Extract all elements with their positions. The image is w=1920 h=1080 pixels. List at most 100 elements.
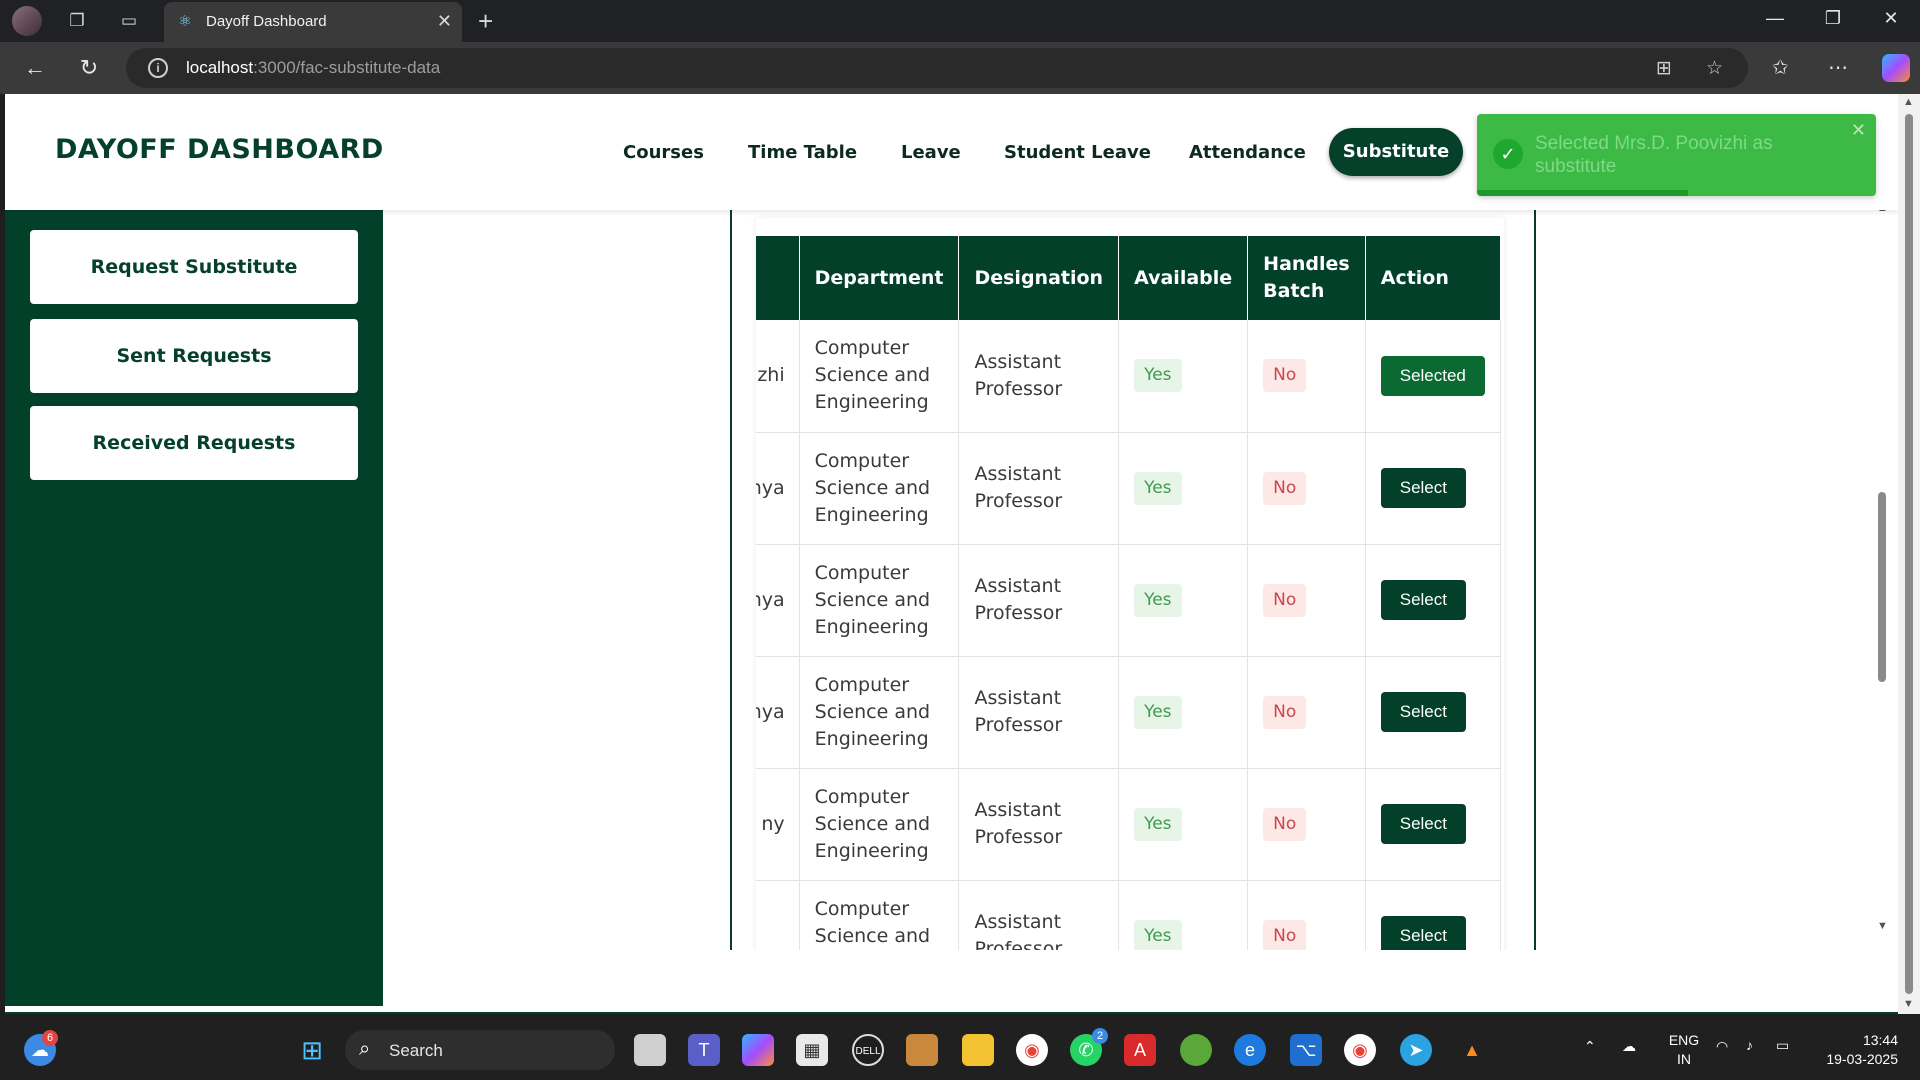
- favorites-icon[interactable]: ✩: [1772, 55, 1789, 80]
- telegram-icon[interactable]: ➤: [1400, 1034, 1432, 1066]
- sidebar-item-sent-requests[interactable]: Sent Requests: [30, 319, 358, 393]
- cell-department: Computer Science and Engineering: [799, 320, 960, 433]
- table-row: ny Computer Science and Engineering Assi…: [756, 768, 1501, 881]
- cell-action: Selected: [1365, 320, 1501, 433]
- copilot-app-icon[interactable]: [742, 1034, 774, 1066]
- nav-substitute[interactable]: Substitute: [1329, 128, 1463, 176]
- cell-designation: Assistant Professor: [958, 320, 1120, 433]
- nav-student-leave[interactable]: Student Leave: [1004, 142, 1151, 163]
- minimize-icon[interactable]: —: [1760, 8, 1790, 29]
- check-icon: ✓: [1493, 139, 1523, 169]
- site-info-icon[interactable]: i: [148, 58, 168, 78]
- copilot-icon[interactable]: [1882, 54, 1910, 82]
- vlc-icon[interactable]: ▲: [1456, 1034, 1488, 1066]
- chrome-icon[interactable]: ◉: [1016, 1034, 1048, 1066]
- url-text[interactable]: localhost:3000/fac-substitute-data: [186, 58, 440, 78]
- table-header-row: Department Designation Available Handles…: [756, 236, 1501, 320]
- close-tab-icon[interactable]: ✕: [437, 11, 452, 32]
- profile-avatar[interactable]: [12, 6, 42, 36]
- browser-toolbar: ← ↻ i localhost:3000/fac-substitute-data…: [0, 42, 1920, 94]
- handles-batch-badge: No: [1263, 359, 1307, 393]
- cell-available: Yes: [1118, 320, 1249, 433]
- whatsapp-badge: 2: [1092, 1028, 1108, 1044]
- volume-icon[interactable]: ♪: [1746, 1037, 1753, 1053]
- cell-available: Yes: [1118, 544, 1249, 657]
- selected-button[interactable]: Selected: [1380, 355, 1485, 396]
- cell-department: Computer Science and Engineering: [799, 432, 960, 545]
- game-app-icon[interactable]: [906, 1034, 938, 1066]
- available-badge: Yes: [1134, 919, 1182, 950]
- page-scrollbar[interactable]: ▲ ▼: [1898, 94, 1920, 1014]
- app-available-icon[interactable]: ⊞: [1656, 57, 1672, 80]
- close-window-icon[interactable]: ✕: [1876, 8, 1906, 29]
- clock-time: 13:44: [1862, 1032, 1898, 1048]
- table-row: ovizhi Computer Science and Engineering …: [756, 320, 1501, 433]
- vertical-tabs-icon[interactable]: ▭: [118, 10, 140, 32]
- tab-title: Dayoff Dashboard: [206, 13, 327, 30]
- windows-taskbar: ☁ 6 ⊞ ⌕ Search T ▦ DELL ◉ ✆ 2 A e ⌥ ◉ ➤ …: [0, 1020, 1920, 1080]
- dell-icon[interactable]: DELL: [852, 1034, 884, 1066]
- pdf-reader-icon[interactable]: A: [1124, 1034, 1156, 1066]
- col-header-available: Available: [1118, 236, 1249, 320]
- browser-tab[interactable]: ⚛ Dayoff Dashboard ✕: [164, 2, 462, 42]
- cell-action: Select: [1365, 432, 1501, 545]
- nav-courses[interactable]: Courses: [623, 142, 704, 163]
- nav-time-table[interactable]: Time Table: [748, 142, 857, 163]
- nav-attendance[interactable]: Attendance: [1189, 142, 1306, 163]
- wifi-icon[interactable]: ◠: [1716, 1038, 1728, 1055]
- select-button[interactable]: Select: [1380, 804, 1466, 844]
- cell-available: Yes: [1118, 768, 1249, 881]
- cell-name: [756, 880, 800, 950]
- select-button[interactable]: Select: [1380, 580, 1466, 620]
- system-clock[interactable]: 13:44 19-03-2025: [1812, 1031, 1898, 1069]
- taskbar-search[interactable]: ⌕ Search: [345, 1030, 615, 1070]
- workspaces-icon[interactable]: ❐: [66, 10, 88, 32]
- success-toast[interactable]: ✓ Selected Mrs.D. Poovizhi as substitute…: [1477, 114, 1876, 196]
- windows-start-icon[interactable]: ⊞: [296, 1034, 328, 1066]
- back-icon[interactable]: ←: [20, 55, 50, 81]
- available-badge: Yes: [1134, 695, 1182, 729]
- battery-icon[interactable]: ▭: [1776, 1037, 1789, 1054]
- scroll-down-icon[interactable]: ▼: [1877, 920, 1888, 932]
- vscode-icon[interactable]: ⌥: [1290, 1034, 1322, 1066]
- cell-department: Computer Science and Engineering: [799, 880, 960, 950]
- language-indicator[interactable]: ENG IN: [1666, 1031, 1702, 1069]
- select-button[interactable]: Select: [1380, 692, 1466, 732]
- onedrive-icon[interactable]: ☁: [1622, 1038, 1636, 1055]
- restore-icon[interactable]: ❐: [1818, 8, 1848, 29]
- favorite-star-icon[interactable]: ☆: [1706, 57, 1723, 80]
- reload-icon[interactable]: ↻: [74, 55, 104, 81]
- inner-scrollbar[interactable]: ▲ ▼: [1875, 202, 1889, 942]
- chrome-profile-icon[interactable]: ◉: [1344, 1034, 1376, 1066]
- store-icon[interactable]: ▦: [796, 1034, 828, 1066]
- file-explorer-icon[interactable]: [962, 1034, 994, 1066]
- browser-titlebar: ❐ ▭ ⚛ Dayoff Dashboard ✕ + — ❐ ✕: [0, 0, 1920, 42]
- cell-name: ny: [756, 768, 800, 881]
- page-scroll-up-icon[interactable]: ▲: [1903, 96, 1914, 108]
- select-button[interactable]: Select: [1380, 468, 1466, 508]
- page-scrollbar-thumb[interactable]: [1905, 114, 1913, 994]
- more-menu-icon[interactable]: ⋯: [1828, 55, 1848, 80]
- sidebar-item-request-substitute[interactable]: Request Substitute: [30, 230, 358, 304]
- inner-scrollbar-thumb[interactable]: [1878, 492, 1886, 682]
- address-bar[interactable]: i localhost:3000/fac-substitute-data ⊞ ☆: [126, 48, 1748, 88]
- tray-overflow-icon[interactable]: ⌃: [1584, 1038, 1596, 1055]
- leaf-app-icon[interactable]: [1180, 1034, 1212, 1066]
- cell-available: Yes: [1118, 656, 1249, 769]
- page-scroll-down-icon[interactable]: ▼: [1903, 998, 1914, 1010]
- sidebar-item-received-requests[interactable]: Received Requests: [30, 406, 358, 480]
- edge-icon[interactable]: e: [1234, 1034, 1266, 1066]
- react-favicon-icon: ⚛: [178, 13, 192, 30]
- select-button[interactable]: Select: [1380, 916, 1466, 950]
- page-bottom-strip: [5, 1012, 1898, 1014]
- top-header: DAYOFF DASHBOARD Courses Time Table Leav…: [5, 94, 1898, 210]
- url-path: :3000/fac-substitute-data: [253, 58, 441, 77]
- close-toast-icon[interactable]: ✕: [1851, 120, 1866, 141]
- new-tab-icon[interactable]: +: [478, 6, 493, 37]
- nav-leave[interactable]: Leave: [901, 142, 961, 163]
- brand-title: DAYOFF DASHBOARD: [55, 134, 384, 165]
- cell-action: Select: [1365, 656, 1501, 769]
- teams-icon[interactable]: T: [688, 1034, 720, 1066]
- substitute-table-card: Department Designation Available Handles…: [730, 210, 1536, 950]
- task-view-icon[interactable]: [634, 1034, 666, 1066]
